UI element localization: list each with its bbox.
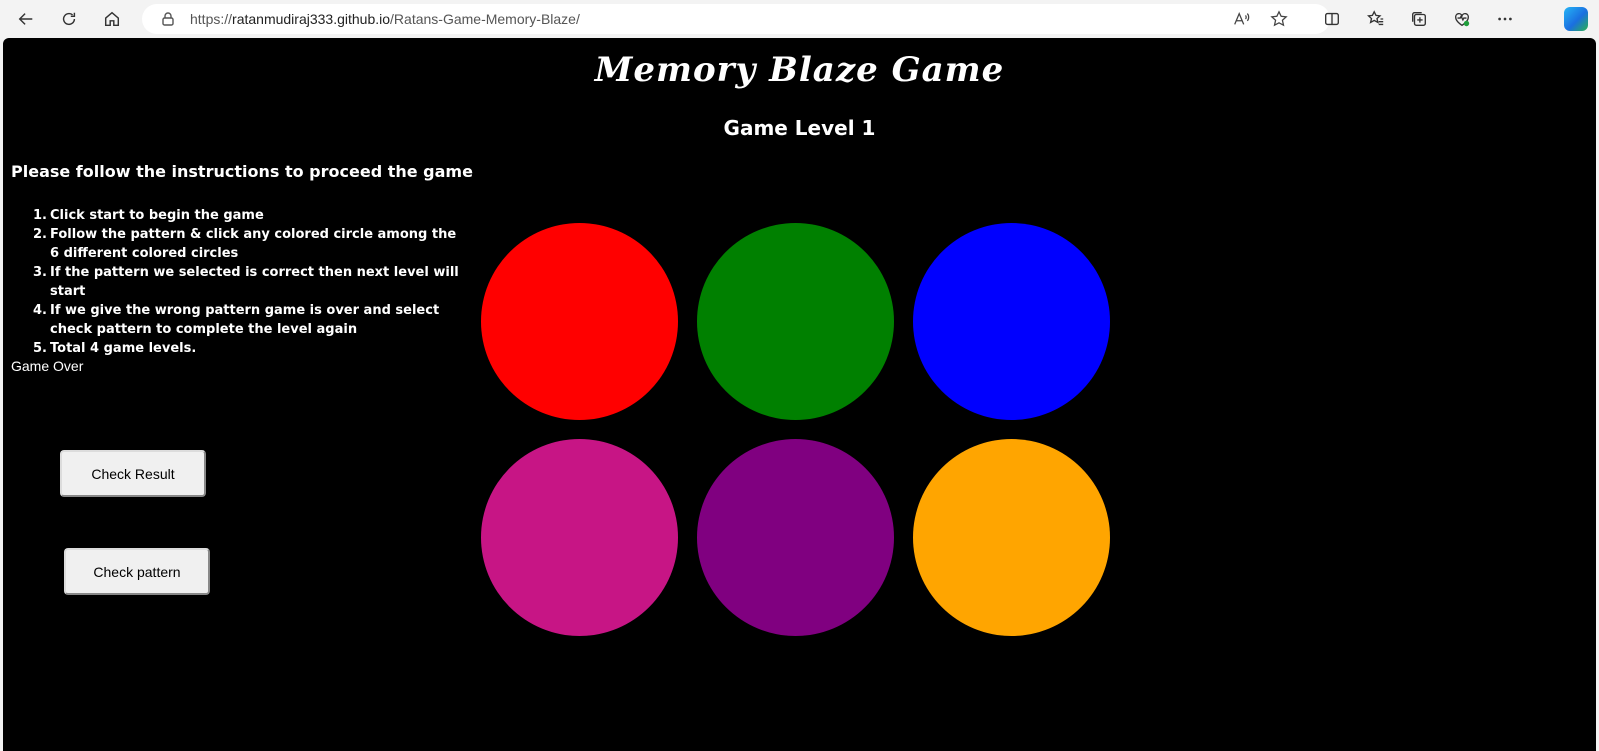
instruction-text: If the pattern we selected is correct th… [50, 265, 459, 299]
collections-icon[interactable] [1404, 4, 1434, 34]
back-icon[interactable] [11, 4, 41, 34]
favorites-icon[interactable] [1361, 4, 1391, 34]
purple-circle[interactable] [697, 439, 894, 636]
instructions-list: 1. Click start to begin the game 2. Follow… [11, 206, 481, 358]
instruction-number: 1. [33, 208, 47, 223]
instruction-text: Total 4 game levels. [50, 341, 197, 356]
copilot-icon[interactable] [1564, 7, 1588, 31]
browser-essentials-icon[interactable] [1447, 4, 1477, 34]
home-icon[interactable] [97, 4, 127, 34]
green-circle[interactable] [697, 223, 894, 420]
orange-circle[interactable] [913, 439, 1110, 636]
instruction-text: Follow the pattern & click any colored c… [50, 227, 457, 261]
refresh-icon[interactable] [54, 4, 84, 34]
url-prefix: https:// [190, 11, 233, 27]
url-text[interactable]: https://ratanmudiraj333.github.io/Ratans… [190, 11, 580, 27]
instruction-number: 5. [33, 341, 47, 356]
instruction-item: 1. Click start to begin the game [11, 206, 481, 225]
instruction-number: 4. [33, 303, 47, 318]
instruction-number: 3. [33, 265, 47, 280]
address-bar[interactable]: https://ratanmudiraj333.github.io/Ratans… [142, 4, 1330, 34]
game-level: Game Level 1 [723, 116, 876, 140]
more-options-icon[interactable] [1490, 4, 1520, 34]
blue-circle[interactable] [913, 223, 1110, 420]
instruction-item: 4. If we give the wrong pattern game is o… [11, 301, 461, 339]
instruction-number: 2. [33, 227, 47, 242]
url-host: ratanmudiraj333.github.io [232, 11, 391, 27]
instruction-item: 3. If the pattern we selected is correct … [11, 263, 481, 301]
instruction-item: 5. Total 4 game levels. [11, 339, 481, 358]
url-path: /Ratans-Game-Memory-Blaze/ [390, 11, 580, 27]
instruction-text: Click start to begin the game [50, 208, 264, 223]
page-viewport: Memory Blaze Game Game Level 1 Please fo… [3, 38, 1596, 751]
read-aloud-icon[interactable] [1232, 10, 1250, 28]
game-title: Memory Blaze Game [594, 50, 1005, 90]
favorite-star-icon[interactable] [1270, 10, 1288, 28]
instruction-item: 2. Follow the pattern & click any colored… [11, 225, 461, 263]
game-status: Game Over [11, 358, 84, 374]
browser-toolbar: https://ratanmudiraj333.github.io/Ratans… [0, 0, 1599, 38]
split-screen-icon[interactable] [1317, 4, 1347, 34]
lock-icon[interactable] [160, 11, 176, 27]
instructions-heading: Please follow the instructions to procee… [11, 162, 473, 181]
check-pattern-button[interactable]: Check pattern [64, 548, 210, 595]
pink-circle[interactable] [481, 439, 678, 636]
red-circle[interactable] [481, 223, 678, 420]
instruction-text: If we give the wrong pattern game is ove… [50, 303, 440, 337]
check-result-button[interactable]: Check Result [60, 450, 206, 497]
